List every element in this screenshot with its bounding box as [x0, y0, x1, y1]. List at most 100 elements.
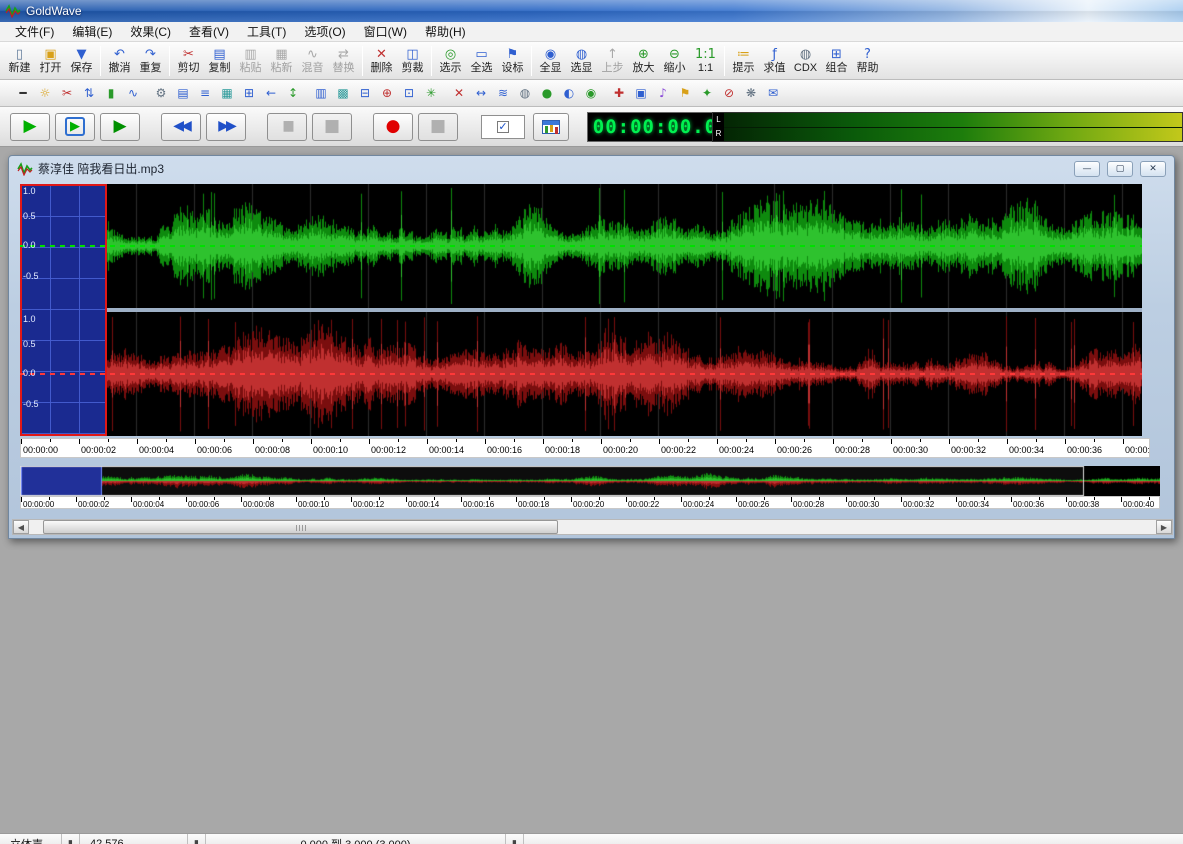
- effects-toolbar-button[interactable]: ⊟: [354, 83, 376, 104]
- effects-toolbar-button[interactable]: ↔: [470, 83, 492, 104]
- fast-forward-button[interactable]: ▶▶: [206, 113, 246, 141]
- effects-toolbar-button[interactable]: ✕: [448, 83, 470, 104]
- help-button[interactable]: ?帮助: [852, 44, 883, 78]
- join-icon: ⊞: [831, 47, 842, 62]
- redo-button[interactable]: ↷重复: [135, 44, 166, 78]
- effects-toolbar-button[interactable]: ⊡: [398, 83, 420, 104]
- effects-toolbar-button[interactable]: ▦: [216, 83, 238, 104]
- effects-toolbar-button[interactable]: ▮: [100, 83, 122, 104]
- effects-toolbar-button[interactable]: ❋: [740, 83, 762, 104]
- close-button[interactable]: ✕: [1140, 161, 1166, 177]
- effects-toolbar-button[interactable]: ✦: [696, 83, 718, 104]
- effects-toolbar-button[interactable]: ▤: [172, 83, 194, 104]
- effects-toolbar-button[interactable]: ✂: [56, 83, 78, 104]
- menu-item[interactable]: 工具(T): [238, 21, 295, 42]
- previous-button[interactable]: ↑上步: [597, 44, 628, 78]
- visual-properties-button[interactable]: [533, 113, 569, 141]
- axis-minor-tick: [108, 439, 109, 442]
- paste-button[interactable]: ▥粘贴: [235, 44, 266, 78]
- paste-new-button[interactable]: ▦粘新: [266, 44, 297, 78]
- show-all-button[interactable]: ◉全显: [535, 44, 566, 78]
- menu-item[interactable]: 文件(F): [6, 21, 63, 42]
- horizontal-scrollbar[interactable]: ◀ ▶: [12, 519, 1173, 535]
- effects-toolbar-button[interactable]: ⊘: [718, 83, 740, 104]
- effects-toolbar-button[interactable]: ⊞: [238, 83, 260, 104]
- effects-toolbar-button[interactable]: ≋: [492, 83, 514, 104]
- effects-toolbar-button[interactable]: ☼: [34, 83, 56, 104]
- effects-toolbar-button[interactable]: ◉: [580, 83, 602, 104]
- play-device-button[interactable]: ▶: [100, 113, 140, 141]
- toolbar-button-label: 放大: [633, 62, 655, 75]
- rewind-button[interactable]: ◀◀: [161, 113, 201, 141]
- replace-button[interactable]: ⇄替换: [328, 44, 359, 78]
- effects-toolbar-button[interactable]: ▩: [332, 83, 354, 104]
- effects-toolbar-button[interactable]: ✳: [420, 83, 442, 104]
- show-sel-button[interactable]: ◍选显: [566, 44, 597, 78]
- zoom-in-button[interactable]: ⊕放大: [628, 44, 659, 78]
- effects-toolbar-button[interactable]: ⊕: [376, 83, 398, 104]
- new-button[interactable]: ▯新建: [4, 44, 35, 78]
- menu-item[interactable]: 选项(O): [295, 21, 354, 42]
- scroll-left-arrow[interactable]: ◀: [13, 520, 29, 534]
- cut-button[interactable]: ✂剪切: [173, 44, 204, 78]
- stop-button[interactable]: ■: [312, 113, 352, 141]
- show-selection-button[interactable]: ◎选示: [435, 44, 466, 78]
- effects-toolbar-button[interactable]: ━: [12, 83, 34, 104]
- effects-toolbar-button[interactable]: ●: [536, 83, 558, 104]
- effects-toolbar-button[interactable]: ∿: [122, 83, 144, 104]
- effects-toolbar-button[interactable]: ◐: [558, 83, 580, 104]
- play-selection-button[interactable]: ▶: [55, 113, 95, 141]
- evaluate-button[interactable]: ƒ求值: [759, 44, 790, 78]
- zoom-1-1-button[interactable]: 1:11:1: [690, 44, 721, 78]
- overview-strip[interactable]: [20, 466, 1160, 496]
- cdx-button[interactable]: ◍CDX: [790, 44, 821, 78]
- menu-item[interactable]: 帮助(H): [416, 21, 475, 42]
- set-marker-button[interactable]: ⚑设标: [497, 44, 528, 78]
- effects-toolbar-button[interactable]: ▣: [630, 83, 652, 104]
- effects-toolbar-button[interactable]: ✉: [762, 83, 784, 104]
- record-stop-button[interactable]: ■: [418, 113, 458, 141]
- mix-button[interactable]: ∿混音: [297, 44, 328, 78]
- minimize-button[interactable]: —: [1074, 161, 1100, 177]
- play-all-button[interactable]: ▶: [10, 113, 50, 141]
- axis-minor-tick: [920, 439, 921, 442]
- time-axis[interactable]: 00:00:0000:00:0200:00:0400:00:0600:00:08…: [20, 438, 1150, 458]
- menu-item[interactable]: 查看(V): [180, 21, 238, 42]
- pause-button[interactable]: ▮▮: [267, 113, 307, 141]
- scroll-track[interactable]: [29, 520, 1156, 534]
- join-button[interactable]: ⊞组合: [821, 44, 852, 78]
- zoom-out-button[interactable]: ⊖缩小: [659, 44, 690, 78]
- title-bar[interactable]: GoldWave: [0, 0, 1183, 22]
- maximize-button[interactable]: ▢: [1107, 161, 1133, 177]
- menu-item[interactable]: 效果(C): [121, 21, 180, 42]
- scroll-right-arrow[interactable]: ▶: [1156, 520, 1172, 534]
- trim-button[interactable]: ◫剪裁: [397, 44, 428, 78]
- delete-button[interactable]: ✕删除: [366, 44, 397, 78]
- save-button[interactable]: ▼保存: [66, 44, 97, 78]
- copy-button[interactable]: ▤复制: [204, 44, 235, 78]
- effects-toolbar-button[interactable]: ⚑: [674, 83, 696, 104]
- waveform-view[interactable]: 1.00.50.0-0.51.00.50.0-0.5: [20, 184, 1142, 436]
- effects-toolbar-button[interactable]: ✚: [608, 83, 630, 104]
- effects-toolbar-button[interactable]: ▥: [310, 83, 332, 104]
- axis-tick: [736, 497, 737, 502]
- undo-button[interactable]: ↶撤消: [104, 44, 135, 78]
- cue-points-button[interactable]: ≔提示: [728, 44, 759, 78]
- effects-toolbar-button[interactable]: ⚙: [150, 83, 172, 104]
- effects-toolbar-button[interactable]: ≡: [194, 83, 216, 104]
- effects-toolbar-button[interactable]: ◍: [514, 83, 536, 104]
- overview-waveform[interactable]: [20, 466, 1160, 496]
- menu-item[interactable]: 编辑(E): [63, 21, 121, 42]
- effects-toolbar-button[interactable]: ⇅: [78, 83, 100, 104]
- document-title-bar[interactable]: 蔡淳佳 陪我看日出.mp3 — ▢ ✕: [9, 156, 1174, 181]
- effects-toolbar-button[interactable]: ←: [260, 83, 282, 104]
- open-button[interactable]: ▣打开: [35, 44, 66, 78]
- playback-option-checkbox[interactable]: ✓: [497, 121, 509, 133]
- menu-item[interactable]: 窗口(W): [355, 21, 416, 42]
- axis-tick: [1066, 497, 1067, 502]
- scroll-thumb[interactable]: [43, 520, 558, 534]
- record-button[interactable]: ●: [373, 113, 413, 141]
- select-all-button[interactable]: ▭全选: [466, 44, 497, 78]
- effects-toolbar-button[interactable]: ♪: [652, 83, 674, 104]
- effects-toolbar-button[interactable]: ↕: [282, 83, 304, 104]
